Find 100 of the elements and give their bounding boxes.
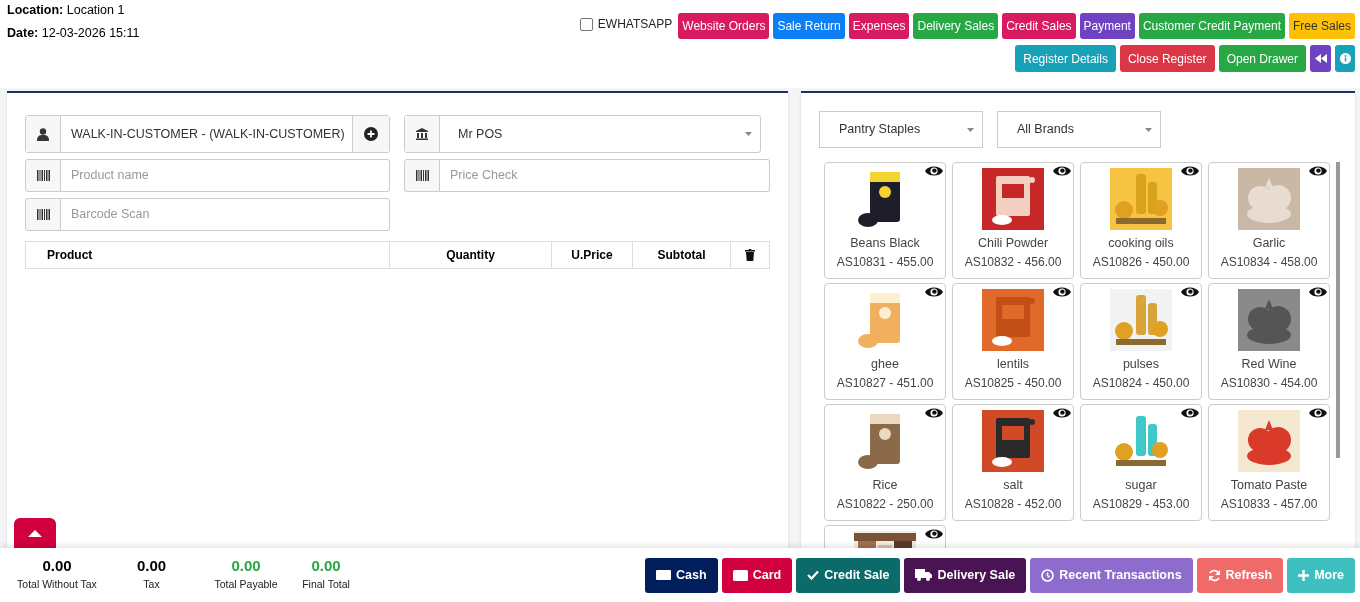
select-value: All Brands bbox=[1017, 121, 1074, 139]
eye-icon[interactable] bbox=[1181, 286, 1199, 298]
rewind-icon bbox=[1314, 54, 1327, 63]
employee-value: Mr POS bbox=[457, 125, 504, 143]
eye-icon[interactable] bbox=[1309, 286, 1327, 298]
product-card[interactable]: Chili Powder AS10832 - 456.00 bbox=[952, 162, 1074, 279]
product-code-price: AS10827 - 451.00 bbox=[836, 375, 934, 392]
toolbar-button[interactable]: Website Orders bbox=[678, 13, 770, 39]
action-button[interactable]: Credit Sale bbox=[796, 557, 901, 593]
eye-icon[interactable] bbox=[1053, 286, 1071, 298]
product-name: Garlic bbox=[1252, 235, 1286, 252]
eye-icon[interactable] bbox=[1309, 165, 1327, 177]
product-code-price: AS10824 - 450.00 bbox=[1092, 375, 1190, 392]
total-label: Total Payable bbox=[214, 577, 278, 593]
product-card[interactable]: cooking oils AS10826 - 450.00 bbox=[1080, 162, 1202, 279]
toolbar-button[interactable]: Credit Sales bbox=[1002, 13, 1076, 39]
product-name: pulses bbox=[1122, 356, 1160, 373]
total-value: 0.00 bbox=[42, 557, 72, 576]
product-search-field[interactable]: Product name bbox=[61, 159, 390, 192]
product-name: cooking oils bbox=[1108, 235, 1174, 252]
product-name: Chili Powder bbox=[977, 235, 1049, 252]
toolbar-button[interactable]: Expenses bbox=[848, 13, 910, 39]
customer-select[interactable]: WALK-IN-CUSTOMER - (WALK-IN-CUSTOMER) bbox=[25, 115, 390, 153]
eye-icon[interactable] bbox=[925, 286, 943, 298]
eye-icon[interactable] bbox=[1053, 407, 1071, 419]
scroll-up-button[interactable] bbox=[14, 518, 56, 548]
product-card[interactable]: Tomato Paste AS10833 - 457.00 bbox=[1208, 404, 1330, 521]
toolbar-button[interactable]: Payment bbox=[1079, 13, 1135, 39]
caret-down-icon bbox=[1145, 127, 1152, 132]
info-button[interactable] bbox=[1335, 45, 1355, 72]
caret-up-icon bbox=[28, 529, 42, 537]
product-code-price: AS10822 - 250.00 bbox=[836, 496, 934, 513]
column-header: Quantity bbox=[390, 242, 552, 268]
caret-down-icon bbox=[745, 132, 752, 136]
eye-icon[interactable] bbox=[925, 165, 943, 177]
product-card[interactable]: ghee AS10827 - 451.00 bbox=[824, 283, 946, 400]
product-name: salt bbox=[1003, 477, 1023, 494]
plus-icon bbox=[1298, 569, 1310, 581]
product-card[interactable]: pulses AS10824 - 450.00 bbox=[1080, 283, 1202, 400]
eye-icon[interactable] bbox=[1053, 165, 1071, 177]
toolbar-button[interactable]: Sale Return bbox=[773, 13, 845, 39]
checkbox[interactable] bbox=[579, 17, 593, 31]
column-header: Subtotal bbox=[633, 242, 731, 268]
column-header: Product bbox=[26, 242, 390, 268]
price-check-field[interactable]: Price Check bbox=[440, 159, 770, 192]
eye-icon[interactable] bbox=[1181, 407, 1199, 419]
product-card[interactable]: salt AS10828 - 452.00 bbox=[952, 404, 1074, 521]
refresh-icon bbox=[1207, 568, 1221, 582]
product-code-price: AS10833 - 457.00 bbox=[1220, 496, 1318, 513]
location-text: Location: Location 1 bbox=[7, 2, 126, 19]
date-text: Date: 12-03-2026 15:11 bbox=[7, 24, 140, 42]
product-code-price: AS10829 - 453.00 bbox=[1092, 496, 1190, 513]
total-value: 0.00 bbox=[311, 557, 341, 576]
trash-icon bbox=[745, 249, 755, 261]
product-card[interactable]: Beans Black AS10831 - 455.00 bbox=[824, 162, 946, 279]
action-button[interactable]: Recent Transactions bbox=[1030, 557, 1193, 593]
building-icon bbox=[416, 128, 428, 140]
employee-select[interactable]: Mr POS bbox=[404, 115, 761, 153]
caret-down-icon bbox=[967, 127, 974, 132]
rewind-button[interactable] bbox=[1310, 45, 1331, 72]
product-name: Rice bbox=[872, 477, 898, 494]
brand-select[interactable]: All Brands bbox=[997, 111, 1161, 148]
barcode-icon bbox=[415, 170, 429, 181]
product-name: lentils bbox=[997, 356, 1029, 373]
product-card[interactable]: lentils AS10825 - 450.00 bbox=[952, 283, 1074, 400]
eye-icon[interactable] bbox=[1181, 165, 1199, 177]
product-name: ghee bbox=[871, 356, 899, 373]
person-icon bbox=[37, 127, 49, 141]
total-label: Tax bbox=[143, 577, 160, 593]
clock-icon bbox=[1041, 568, 1055, 582]
toolbar-button[interactable]: Free Sales bbox=[1288, 13, 1355, 39]
product-code-price: AS10830 - 454.00 bbox=[1220, 375, 1318, 392]
action-button[interactable]: Cash bbox=[645, 557, 718, 593]
product-code-price: AS10832 - 456.00 bbox=[964, 254, 1062, 271]
plus-circle-icon bbox=[364, 127, 378, 141]
toolbar-button[interactable]: Close Register bbox=[1119, 45, 1215, 72]
product-code-price: AS10831 - 455.00 bbox=[836, 254, 934, 271]
action-button[interactable]: Delivery Sale bbox=[904, 557, 1027, 593]
total-label: Final Total bbox=[302, 577, 350, 593]
column-header: U.Price bbox=[552, 242, 633, 268]
action-button[interactable]: Card bbox=[721, 557, 793, 593]
product-card[interactable]: Rice AS10822 - 250.00 bbox=[824, 404, 946, 521]
product-code-price: AS10834 - 458.00 bbox=[1220, 254, 1318, 271]
banknote-icon bbox=[656, 570, 672, 580]
eye-icon[interactable] bbox=[925, 528, 943, 540]
product-code-price: AS10825 - 450.00 bbox=[964, 375, 1062, 392]
info-icon bbox=[1339, 53, 1351, 64]
eye-icon[interactable] bbox=[925, 407, 943, 419]
customer-value: WALK-IN-CUSTOMER - (WALK-IN-CUSTOMER) bbox=[70, 125, 346, 143]
eye-icon[interactable] bbox=[1309, 407, 1327, 419]
category-select[interactable]: Pantry Staples bbox=[819, 111, 983, 148]
credit-card-icon bbox=[732, 569, 748, 581]
product-card[interactable]: sugar AS10829 - 453.00 bbox=[1080, 404, 1202, 521]
add-customer-button[interactable] bbox=[352, 116, 389, 152]
barcode-icon bbox=[36, 209, 50, 220]
product-card[interactable]: Garlic AS10834 - 458.00 bbox=[1208, 162, 1330, 279]
total-value: 0.00 bbox=[231, 557, 261, 576]
product-card[interactable]: Red Wine AS10830 - 454.00 bbox=[1208, 283, 1330, 400]
product-code-price: AS10826 - 450.00 bbox=[1092, 254, 1190, 271]
barcode-field[interactable]: Barcode Scan bbox=[61, 198, 390, 231]
